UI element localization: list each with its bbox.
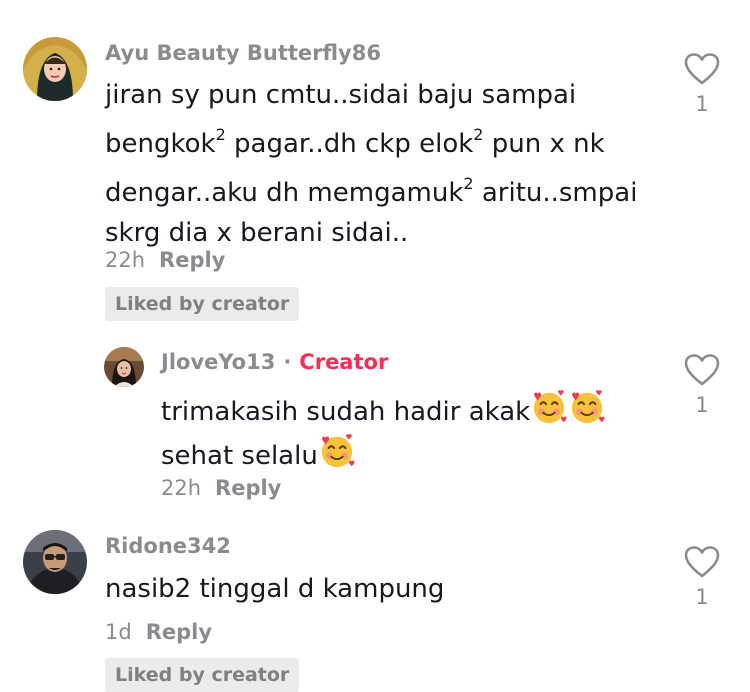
reply-button[interactable]: Reply xyxy=(159,248,225,272)
smiling-face-with-hearts-emoji xyxy=(530,388,568,426)
comment-username[interactable]: Ayu Beauty Butterfly86 xyxy=(105,41,381,65)
liked-by-creator-badge: Liked by creator xyxy=(105,658,300,692)
avatar[interactable] xyxy=(23,530,87,594)
avatar[interactable] xyxy=(23,37,87,101)
comment-text-line: sehat selalu xyxy=(161,432,606,476)
comment-timestamp: 22h xyxy=(161,476,202,500)
comment-timestamp: 22h xyxy=(105,248,146,272)
comment-text: jiran sy pun cmtu..sidai baju sampai ben… xyxy=(105,75,637,253)
smiling-face-with-hearts-emoji xyxy=(318,432,356,470)
comment-username[interactable]: Ridone342 xyxy=(105,534,231,558)
like-count: 1 xyxy=(695,585,709,609)
reply-button[interactable]: Reply xyxy=(146,620,212,644)
comment-timestamp: 1d xyxy=(105,620,132,644)
creator-tag: Creator xyxy=(299,350,389,374)
liked-by-creator-badge: Liked by creator xyxy=(105,287,300,321)
comment-text-line: jiran sy pun cmtu..sidai baju sampai xyxy=(105,80,577,110)
heart-outline-icon[interactable] xyxy=(683,545,721,579)
comment-text-line: dengar..aku dh memgamuk2 aritu..smpai xyxy=(105,174,638,208)
comment-text: nasib2 tinggal d kampung xyxy=(105,569,444,609)
separator-dot: · xyxy=(283,350,292,374)
heart-outline-icon[interactable] xyxy=(683,353,721,387)
smiling-face-with-hearts-emoji xyxy=(568,388,606,426)
comment-username-row: JloveYo13 · Creator xyxy=(161,350,388,374)
comment-text-line: skrg dia x berani sidai.. xyxy=(105,218,409,248)
like-count: 1 xyxy=(695,393,709,417)
comment-username[interactable]: JloveYo13 xyxy=(161,350,275,374)
comment-text: trimakasih sudah hadir akak sehat selalu xyxy=(161,388,606,476)
comment-text-line: nasib2 tinggal d kampung xyxy=(105,574,445,604)
like-count: 1 xyxy=(695,92,709,116)
avatar[interactable] xyxy=(104,347,144,387)
reply-button[interactable]: Reply xyxy=(215,476,281,500)
heart-outline-icon[interactable] xyxy=(683,52,721,86)
comment-text-line: bengkok2 pagar..dh ckp elok2 pun x nk xyxy=(105,125,605,159)
comment-text-line: trimakasih sudah hadir akak xyxy=(161,388,606,432)
